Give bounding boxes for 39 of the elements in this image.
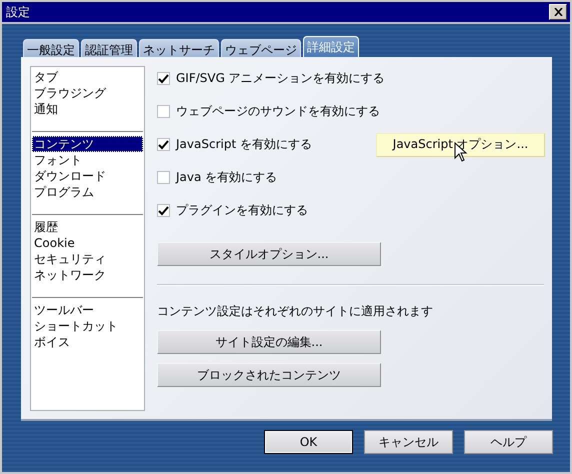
checkbox[interactable] xyxy=(157,204,170,217)
option-label: プラグインを有効にする xyxy=(176,202,308,219)
tab[interactable]: ウェブページ xyxy=(221,39,301,57)
category-item[interactable]: Cookie xyxy=(32,235,143,251)
option-label: GIF/SVG アニメーションを有効にする xyxy=(176,70,385,87)
option-label: Java を有効にする xyxy=(176,169,278,186)
category-item[interactable]: ツールバー xyxy=(32,302,143,318)
category-item[interactable]: ショートカット xyxy=(32,318,143,334)
checkbox[interactable] xyxy=(157,171,170,184)
category-item[interactable]: ブラウジング xyxy=(32,85,143,101)
dialog-button[interactable]: ヘルプ xyxy=(464,430,553,454)
checkbox[interactable] xyxy=(157,138,170,151)
category-item[interactable]: プログラム xyxy=(32,184,143,200)
checkbox[interactable] xyxy=(157,72,170,85)
content-settings-note: コンテンツ設定はそれぞれのサイトに適用されます xyxy=(157,303,434,320)
content-button[interactable]: サイト設定の編集... xyxy=(157,330,381,354)
close-icon xyxy=(554,8,562,16)
category-item[interactable]: 通知 xyxy=(32,101,143,117)
style-options-button[interactable]: スタイルオプション... xyxy=(157,242,381,266)
mouse-cursor-icon xyxy=(454,142,468,162)
window-title: 設定 xyxy=(6,4,30,20)
checkbox[interactable] xyxy=(157,105,170,118)
tab[interactable]: 一般設定 xyxy=(23,39,79,57)
close-button[interactable] xyxy=(549,4,567,20)
category-item[interactable]: 履歴 xyxy=(32,219,143,235)
category-item[interactable]: フォント xyxy=(32,152,143,168)
option-label: JavaScript を有効にする xyxy=(176,136,312,153)
category-item[interactable]: ボイス xyxy=(32,334,143,350)
category-item[interactable]: タブ xyxy=(32,69,143,85)
tab[interactable]: ネットサーチ xyxy=(139,39,219,57)
dialog-button[interactable]: OK xyxy=(264,430,353,454)
tab[interactable]: 認証管理 xyxy=(81,39,137,57)
category-item[interactable]: コンテンツ xyxy=(32,136,143,152)
category-item[interactable]: ネットワーク xyxy=(32,267,143,283)
category-item[interactable]: ダウンロード xyxy=(32,168,143,184)
content-button[interactable]: ブロックされたコンテンツ xyxy=(157,363,381,387)
option-label: ウェブページのサウンドを有効にする xyxy=(176,103,380,120)
dialog-button[interactable]: キャンセル xyxy=(364,430,453,454)
category-item[interactable]: セキュリティ xyxy=(32,251,143,267)
